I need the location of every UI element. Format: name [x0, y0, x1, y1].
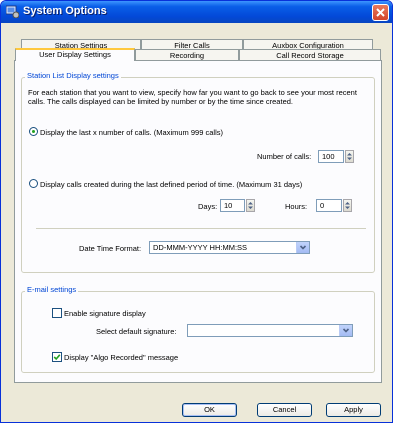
tab-label: Recording — [169, 51, 205, 60]
ok-button[interactable]: OK — [182, 403, 237, 417]
station-description: For each station that you want to view, … — [28, 88, 357, 106]
default-signature-select[interactable] — [187, 324, 353, 337]
chevron-down-icon — [342, 328, 350, 333]
hours-input[interactable]: 0 — [316, 199, 342, 212]
date-time-format-value: DD-MMM-YYYY HH:MM:SS — [153, 243, 248, 252]
radio-last-calls-label[interactable]: Display the last x number of calls. (Max… — [40, 128, 223, 137]
radio-period[interactable] — [29, 179, 38, 188]
tab-user-display-settings[interactable]: User Display Settings — [15, 48, 135, 61]
close-button[interactable] — [372, 4, 389, 21]
date-time-format-label: Date Time Format: — [79, 244, 142, 253]
radio-selected-dot — [32, 130, 35, 133]
algo-recorded-label[interactable]: Display "Algo Recorded" message — [64, 353, 178, 362]
number-of-calls-spinner[interactable] — [345, 150, 354, 163]
days-spinner[interactable] — [246, 199, 255, 212]
close-icon — [376, 8, 385, 17]
spinner-arrows-icon — [347, 153, 352, 160]
hours-label: Hours: — [285, 202, 308, 211]
radio-last-calls[interactable] — [29, 127, 38, 136]
station-list-group-title: Station List Display settings — [25, 71, 121, 80]
system-options-dialog: System Options Station Settings Filter C… — [0, 0, 393, 423]
window-title: System Options — [23, 5, 107, 17]
email-group-title: E-mail settings — [25, 285, 79, 294]
cancel-button[interactable]: Cancel — [257, 403, 312, 417]
algo-recorded-checkbox[interactable] — [52, 352, 62, 362]
divider — [36, 228, 366, 229]
dropdown-button[interactable] — [296, 242, 309, 253]
apply-button[interactable]: Apply — [326, 403, 381, 417]
tab-label: Call Record Storage — [276, 51, 344, 60]
spinner-arrows-icon — [248, 202, 253, 209]
number-of-calls-label: Number of calls: — [257, 152, 312, 161]
enable-signature-checkbox[interactable] — [52, 308, 62, 318]
days-input[interactable]: 10 — [220, 199, 245, 212]
enable-signature-label[interactable]: Enable signature display — [64, 309, 146, 318]
days-label: Days: — [198, 202, 218, 211]
app-icon — [6, 5, 19, 18]
date-time-format-select[interactable]: DD-MMM-YYYY HH:MM:SS — [149, 241, 310, 254]
number-of-calls-input[interactable]: 100 — [318, 150, 344, 163]
dropdown-button[interactable] — [339, 325, 352, 336]
hours-spinner[interactable] — [343, 199, 352, 212]
title-bar[interactable]: System Options — [1, 1, 392, 23]
chevron-down-icon — [299, 245, 307, 250]
spinner-arrows-icon — [345, 202, 350, 209]
checkmark-icon — [53, 354, 61, 361]
radio-period-label[interactable]: Display calls created during the last de… — [40, 180, 302, 189]
select-signature-label: Select default signature: — [96, 327, 177, 336]
tab-label: User Display Settings — [39, 50, 111, 59]
